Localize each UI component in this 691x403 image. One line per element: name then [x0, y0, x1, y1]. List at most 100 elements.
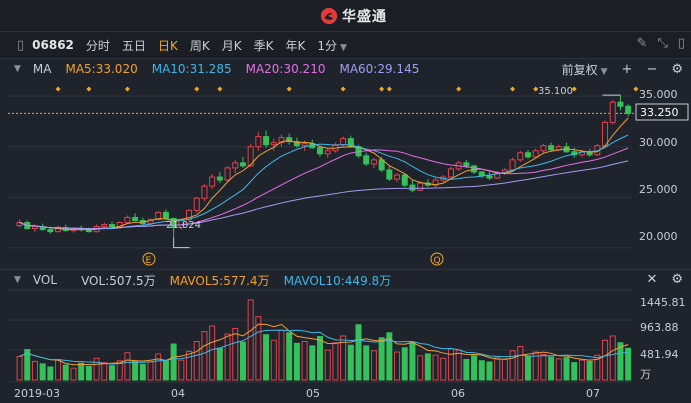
candle-body — [625, 105, 632, 114]
candle-body — [447, 168, 454, 178]
volume-indicator-name[interactable]: VOL — [33, 273, 57, 287]
volume-bar — [548, 356, 555, 381]
candle-body — [47, 229, 54, 233]
gear-icon[interactable]: ⚙ — [671, 272, 683, 287]
close-icon[interactable]: ✕ — [646, 272, 657, 287]
volume-bar — [224, 333, 231, 381]
candle-body — [255, 136, 262, 148]
candle-body — [224, 167, 231, 181]
sidebar-toggle-icon[interactable]: ▯ — [17, 38, 24, 53]
fullscreen-icon[interactable]: ⤡ — [657, 36, 667, 51]
adjust-select-value: 前复权 — [561, 63, 598, 77]
candle-body — [16, 222, 23, 227]
event-marker-e: E — [146, 256, 152, 266]
volume-bar — [586, 360, 593, 381]
tab-weekly-k[interactable]: 周K — [190, 37, 210, 54]
minute-select-value: 1分 — [317, 38, 337, 53]
volume-bar — [101, 362, 108, 381]
event-diamond-icon — [379, 86, 385, 92]
volume-bar — [409, 341, 416, 381]
event-diamond-icon — [340, 86, 346, 92]
event-marker-q-icon[interactable] — [430, 252, 444, 266]
volume-bar — [293, 342, 300, 381]
volume-bar — [193, 341, 200, 381]
volume-bar — [394, 351, 401, 381]
brand-name: 华盛通 — [342, 9, 387, 25]
tab-five-day[interactable]: 五日 — [122, 37, 146, 54]
vol-y-tick-label: 1445.81 — [640, 296, 686, 309]
mavol5-label: MAVOL5:577.4万 — [169, 273, 270, 288]
candle-body — [239, 162, 246, 167]
volume-bar — [31, 360, 38, 381]
candle-body — [394, 174, 401, 180]
candle-body — [178, 218, 185, 229]
volume-bar — [178, 359, 185, 381]
collapse-caret-icon[interactable]: ▼ — [14, 64, 21, 74]
candle-body — [201, 185, 208, 199]
volume-bar — [186, 350, 193, 381]
pencil-icon[interactable]: ✎ — [637, 36, 648, 51]
candle-body — [617, 101, 624, 107]
event-diamond-icon — [533, 86, 539, 92]
event-markers — [55, 86, 639, 92]
candle-body — [417, 182, 424, 191]
mavol5-line — [19, 323, 629, 366]
candle-body — [247, 146, 254, 167]
candle-body — [571, 151, 578, 156]
candle-body — [108, 224, 116, 228]
volume-bar — [332, 342, 339, 381]
indicator-name[interactable]: MA — [33, 62, 52, 76]
candle-body — [340, 138, 347, 146]
event-diamond-icon — [286, 86, 292, 92]
candle-body — [347, 138, 354, 148]
candle-body — [70, 228, 77, 232]
ma10-label: MA10:31.285 — [151, 62, 232, 76]
tab-intraday[interactable]: 分时 — [86, 37, 110, 54]
moving-average-lines — [19, 117, 629, 231]
volume-bar — [571, 362, 578, 381]
tab-quarterly-k[interactable]: 季K — [254, 37, 274, 54]
candle-body — [278, 137, 285, 144]
expand-icon[interactable]: ▯ — [678, 36, 685, 51]
volume-bar — [401, 347, 408, 381]
volume-bar — [278, 329, 285, 381]
volume-bar — [85, 365, 92, 381]
volume-bar — [147, 361, 154, 381]
candle-body — [232, 162, 239, 169]
volume-bar — [501, 359, 508, 381]
volume-bar — [39, 363, 46, 381]
vol-unit-label: 万 — [640, 368, 651, 381]
candle-body — [263, 136, 270, 146]
volume-bar — [340, 335, 347, 381]
volume-bar — [247, 299, 254, 381]
event-marker-e-icon[interactable] — [142, 252, 156, 266]
candle-body — [332, 144, 339, 152]
stock-code: 06862 — [32, 38, 74, 52]
x-tick-label: 07 — [586, 387, 600, 400]
candle-body — [39, 226, 46, 231]
volume-bar — [155, 353, 162, 381]
volume-bar — [386, 332, 393, 381]
volume-bar — [540, 354, 547, 381]
tab-daily-k[interactable]: 日K — [158, 37, 178, 54]
tab-monthly-k[interactable]: 月K — [222, 37, 242, 54]
ma10-line — [19, 134, 629, 230]
minus-icon[interactable]: − — [646, 62, 657, 77]
collapse-caret-icon[interactable]: ▼ — [14, 275, 21, 285]
ma5-label: MA5:33.020 — [65, 62, 138, 76]
low-leader-line — [173, 237, 190, 249]
volume-bar — [355, 324, 362, 381]
candle-body — [147, 218, 154, 225]
volume-bar — [62, 364, 69, 381]
adjust-select[interactable]: 前复权 ▼ — [562, 61, 608, 78]
gear-icon[interactable]: ⚙ — [671, 62, 683, 77]
event-diamond-icon — [456, 86, 462, 92]
volume-bar — [555, 358, 562, 381]
minute-select[interactable]: 1分 ▼ — [317, 37, 347, 54]
tab-yearly-k[interactable]: 年K — [285, 37, 305, 54]
add-indicator-icon[interactable]: + — [622, 62, 633, 77]
current-price-box — [635, 103, 689, 121]
huasheng-logo-icon — [320, 7, 338, 25]
volume-bar — [486, 361, 493, 381]
volume-bar — [93, 357, 100, 381]
